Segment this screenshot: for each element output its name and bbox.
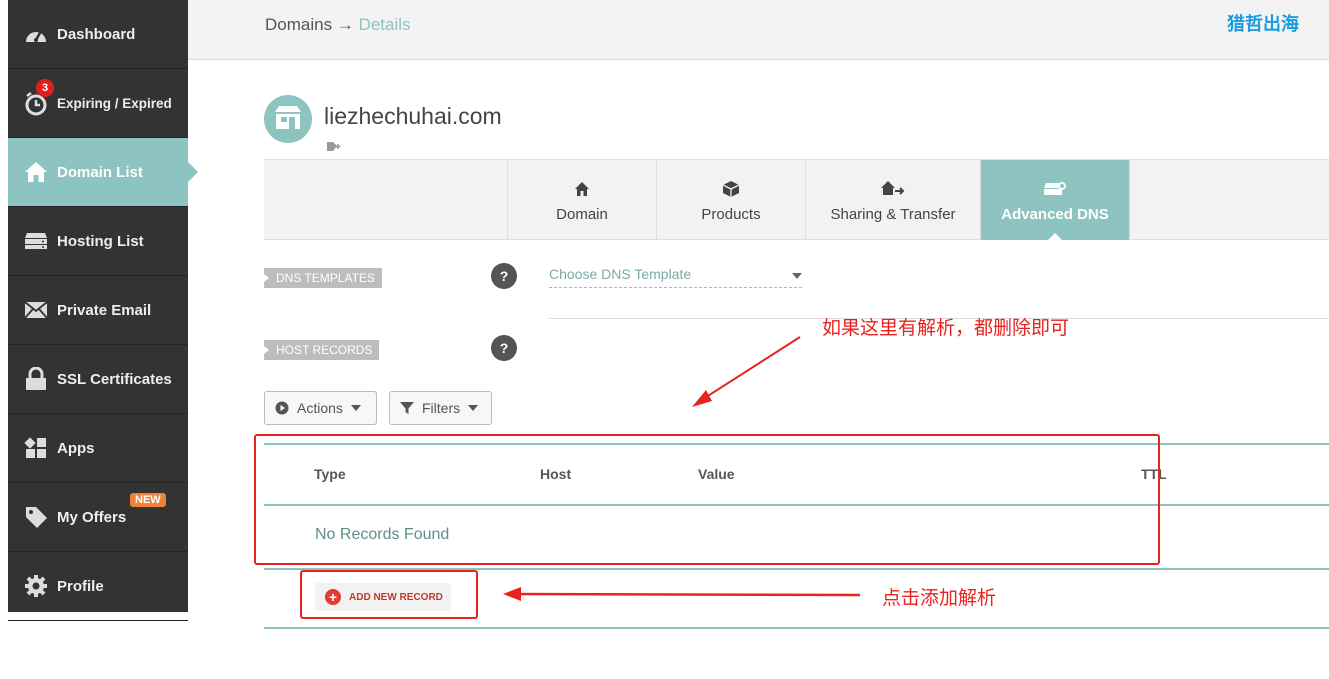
server-icon xyxy=(23,228,49,254)
tab-domain[interactable]: Domain xyxy=(507,160,656,240)
breadcrumb-separator: → xyxy=(336,15,354,34)
dns-template-select-value: Choose DNS Template xyxy=(549,266,692,282)
sidebar-item-dashboard[interactable]: Dashboard xyxy=(8,0,188,69)
sidebar-item-profile[interactable]: Profile xyxy=(8,552,188,621)
top-bar: Domains → Details 猎哲出海 xyxy=(188,0,1329,60)
domain-avatar xyxy=(264,95,312,143)
sidebar-item-label: SSL Certificates xyxy=(57,370,172,388)
filters-button[interactable]: Filters xyxy=(389,391,492,425)
chevron-down-icon xyxy=(350,405,361,411)
sidebar-item-private-email[interactable]: Private Email xyxy=(8,276,188,345)
sidebar-item-label: Profile xyxy=(57,577,104,595)
add-button-highlight-box xyxy=(300,570,478,619)
dns-icon xyxy=(1043,178,1067,200)
records-highlight-box xyxy=(254,434,1160,565)
sidebar: Dashboard 3 Expiring / Expired Domain Li… xyxy=(8,0,198,621)
tab-advanced-dns[interactable]: Advanced DNS xyxy=(980,160,1129,241)
add-tag-icon[interactable] xyxy=(326,140,342,158)
gauge-icon xyxy=(23,21,49,47)
arrow-to-records xyxy=(692,336,801,407)
tab-products[interactable]: Products xyxy=(656,160,805,240)
apps-icon xyxy=(23,435,49,461)
tab-label: Products xyxy=(701,205,761,223)
chevron-down-icon xyxy=(468,405,479,411)
sidebar-item-domain-list[interactable]: Domain List xyxy=(8,138,198,207)
new-badge: NEW xyxy=(130,493,166,507)
lock-icon xyxy=(23,366,49,392)
sidebar-item-label: Private Email xyxy=(57,301,152,319)
host-records-help-button[interactable]: ? xyxy=(491,335,517,361)
sidebar-item-label: Hosting List xyxy=(57,232,144,250)
box-icon xyxy=(722,178,740,200)
envelope-icon xyxy=(23,297,49,323)
domain-tabs: Domain Products Sharing & Transfer Advan… xyxy=(264,159,1329,241)
host-records-label: HOST RECORDS xyxy=(264,340,380,360)
chevron-down-icon xyxy=(792,273,802,279)
sidebar-item-label: Dashboard xyxy=(57,25,136,43)
add-record-annotation: 点击添加解析 xyxy=(882,588,997,609)
sidebar-item-label: Expiring / Expired xyxy=(57,95,172,111)
sidebar-item-my-offers[interactable]: NEW My Offers xyxy=(8,483,188,552)
actions-button[interactable]: Actions xyxy=(264,391,377,425)
sidebar-item-ssl-certificates[interactable]: SSL Certificates xyxy=(8,345,188,414)
tab-label: Domain xyxy=(556,205,608,223)
breadcrumb-root[interactable]: Domains xyxy=(265,15,332,34)
tag-icon xyxy=(23,504,49,530)
brand-watermark: 猎哲出海 xyxy=(1227,14,1299,34)
sidebar-item-label: My Offers xyxy=(57,508,127,526)
table-footer-border xyxy=(264,627,1329,629)
delete-records-annotation: 如果这里有解析，都删除即可 xyxy=(822,318,1070,339)
section-label-text: DNS TEMPLATES xyxy=(276,271,375,285)
arrow-to-add-button xyxy=(503,587,861,601)
play-circle-icon xyxy=(275,401,289,415)
annotation-arrows xyxy=(503,336,861,601)
filter-icon xyxy=(400,401,414,415)
sidebar-item-expiring[interactable]: 3 Expiring / Expired xyxy=(8,69,188,138)
gear-icon xyxy=(23,573,49,599)
actions-label: Actions xyxy=(297,400,343,416)
home-icon xyxy=(23,159,49,185)
sidebar-item-apps[interactable]: Apps xyxy=(8,414,188,483)
share-icon xyxy=(881,178,905,200)
tab-label: Advanced DNS xyxy=(1001,205,1109,223)
dns-template-select[interactable]: Choose DNS Template xyxy=(549,266,802,288)
expiring-count-badge: 3 xyxy=(36,79,54,97)
sidebar-item-hosting-list[interactable]: Hosting List xyxy=(8,207,188,276)
tab-sharing-transfer[interactable]: Sharing & Transfer xyxy=(805,160,980,240)
section-label-text: HOST RECORDS xyxy=(276,343,373,357)
tab-divider xyxy=(1129,160,1130,240)
domain-name: liezhechuhai.com xyxy=(324,103,502,129)
sidebar-item-label: Domain List xyxy=(57,163,143,181)
sidebar-item-label: Apps xyxy=(57,439,95,457)
storefront-icon xyxy=(273,104,303,135)
tab-label: Sharing & Transfer xyxy=(830,205,956,223)
breadcrumb-current: Details xyxy=(358,15,411,34)
dns-templates-label: DNS TEMPLATES xyxy=(264,268,382,288)
breadcrumb: Domains → Details xyxy=(265,15,411,35)
dns-templates-help-button[interactable]: ? xyxy=(491,263,517,289)
filters-label: Filters xyxy=(422,400,461,416)
home-icon xyxy=(574,178,590,200)
